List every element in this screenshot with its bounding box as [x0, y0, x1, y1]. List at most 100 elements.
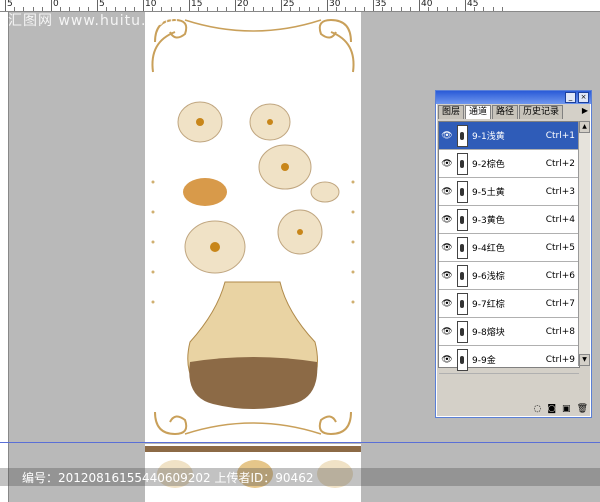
channels-panel[interactable]: _ × 图层 通道 路径 历史记录 ▶ 👁 9-1浅黄 Ctrl+1 👁 9-2… [435, 90, 592, 418]
ruler-subtick [299, 7, 301, 11]
channel-name: 9-4红色 [472, 244, 505, 254]
ruler-subtick [363, 7, 365, 11]
ruler-tick [465, 0, 466, 11]
channel-thumbnail [457, 264, 468, 287]
visibility-eye-icon[interactable]: 👁 [439, 271, 455, 281]
channel-row[interactable]: 👁 9-8熔块 Ctrl+8 [439, 318, 579, 346]
ruler-subtick [271, 7, 273, 11]
ruler-tick [373, 0, 374, 11]
ruler-tick [327, 0, 328, 11]
ruler-subtick [446, 7, 448, 11]
ruler-subtick [253, 7, 255, 11]
ruler-subtick [290, 7, 292, 11]
visibility-eye-icon[interactable]: 👁 [439, 159, 455, 169]
ruler-subtick [216, 7, 218, 11]
panel-bottom-toolbar: ◌ ◙ ▣ 🗑 [438, 403, 588, 415]
channel-name: 9-8熔块 [472, 328, 505, 338]
visibility-eye-icon[interactable]: 👁 [439, 215, 455, 225]
new-channel-icon[interactable]: ▣ [562, 404, 571, 414]
tab-layers[interactable]: 图层 [438, 105, 465, 119]
channel-row[interactable]: 👁 9-6浅棕 Ctrl+6 [439, 262, 579, 290]
ruler-subtick [207, 7, 209, 11]
panel-title-bar[interactable]: _ × [436, 91, 591, 104]
ruler-tick [5, 0, 6, 11]
channel-name: 9-6浅棕 [472, 272, 505, 282]
channel-shortcut: Ctrl+6 [545, 270, 575, 281]
channel-shortcut: Ctrl+7 [545, 298, 575, 309]
scroll-down-icon[interactable]: ▼ [579, 354, 590, 366]
tab-history[interactable]: 历史记录 [519, 105, 564, 119]
ruler-number: 15 [191, 0, 203, 9]
channel-thumbnail [457, 320, 468, 343]
channel-row[interactable]: 👁 9-1浅黄 Ctrl+1 [439, 122, 579, 150]
channel-row[interactable]: 👁 9-2棕色 Ctrl+2 [439, 150, 579, 178]
ruler-subtick [492, 7, 494, 11]
watermark-bar: 编号：20120816155440609202 上传者ID：90462 [0, 468, 600, 486]
document-canvas[interactable] [145, 12, 361, 442]
ruler-number: 10 [145, 0, 157, 9]
ruler-number: 20 [237, 0, 249, 9]
ruler-subtick [308, 7, 310, 11]
channel-thumbnail [457, 208, 468, 231]
ruler-number: 30 [329, 0, 341, 9]
close-icon[interactable]: × [578, 92, 589, 103]
channel-list-scrollbar[interactable]: ▲ ▼ [578, 121, 590, 366]
channel-thumbnail [457, 236, 468, 259]
ruler-number: 35 [375, 0, 387, 9]
minimize-icon[interactable]: _ [565, 92, 576, 103]
ruler-number: 40 [421, 0, 433, 9]
channel-row[interactable]: 👁 9-9金 Ctrl+9 [439, 346, 579, 374]
tab-paths[interactable]: 路径 [492, 105, 519, 119]
visibility-eye-icon[interactable]: 👁 [439, 327, 455, 337]
channel-row[interactable]: 👁 9-3黄色 Ctrl+4 [439, 206, 579, 234]
ruler-subtick [474, 7, 476, 11]
mask-icon[interactable]: ◙ [547, 404, 556, 414]
channel-name: 9-7红棕 [472, 300, 505, 310]
ruler-subtick [336, 7, 338, 11]
channel-thumbnail [457, 292, 468, 315]
visibility-eye-icon[interactable]: 👁 [439, 187, 455, 197]
ruler-subtick [400, 7, 402, 11]
channel-shortcut: Ctrl+4 [545, 214, 575, 225]
ruler-subtick [483, 7, 485, 11]
watermark-top: 汇图网 www.huitu.com [8, 13, 180, 29]
ruler-subtick [244, 7, 246, 11]
channel-row[interactable]: 👁 9-5土黄 Ctrl+3 [439, 178, 579, 206]
channel-thumbnail [457, 348, 468, 371]
channel-thumbnail [457, 124, 468, 147]
channel-name: 9-2棕色 [472, 160, 505, 170]
channel-shortcut: Ctrl+1 [545, 130, 575, 141]
channel-list: 👁 9-1浅黄 Ctrl+1 👁 9-2棕色 Ctrl+2 👁 9-5土黄 Ct… [438, 121, 580, 374]
ruler-subtick [382, 7, 384, 11]
ruler-tick [419, 0, 420, 11]
panel-tabs: 图层 通道 路径 历史记录 ▶ [436, 104, 591, 119]
ruler-subtick [437, 7, 439, 11]
visibility-eye-icon[interactable]: 👁 [439, 299, 455, 309]
channel-shortcut: Ctrl+8 [545, 326, 575, 337]
ruler-subtick [391, 7, 393, 11]
channel-row[interactable]: 👁 9-4红色 Ctrl+5 [439, 234, 579, 262]
ruler-number: 5 [99, 0, 105, 9]
channel-name: 9-3黄色 [472, 216, 505, 226]
visibility-eye-icon[interactable]: 👁 [439, 355, 455, 365]
horizontal-guide-line[interactable] [0, 442, 600, 443]
dotted-circle-icon[interactable]: ◌ [533, 404, 541, 414]
scroll-up-icon[interactable]: ▲ [579, 121, 590, 133]
panel-menu-icon[interactable]: ▶ [582, 106, 588, 115]
channel-row[interactable]: 👁 9-7红棕 Ctrl+7 [439, 290, 579, 318]
ruler-subtick [317, 7, 319, 11]
ruler-subtick [262, 7, 264, 11]
ruler-number: 0 [53, 0, 59, 9]
ruler-subtick [345, 7, 347, 11]
channel-shortcut: Ctrl+9 [545, 354, 575, 365]
trash-icon[interactable]: 🗑 [577, 404, 588, 414]
tab-channels[interactable]: 通道 [465, 105, 492, 119]
ruler-subtick [225, 7, 227, 11]
ruler-subtick [354, 7, 356, 11]
channel-thumbnail [457, 180, 468, 203]
visibility-eye-icon[interactable]: 👁 [439, 243, 455, 253]
ruler-tick [189, 0, 190, 11]
ruler-subtick [198, 7, 200, 11]
ruler-subtick [428, 7, 430, 11]
visibility-eye-icon[interactable]: 👁 [439, 131, 455, 141]
